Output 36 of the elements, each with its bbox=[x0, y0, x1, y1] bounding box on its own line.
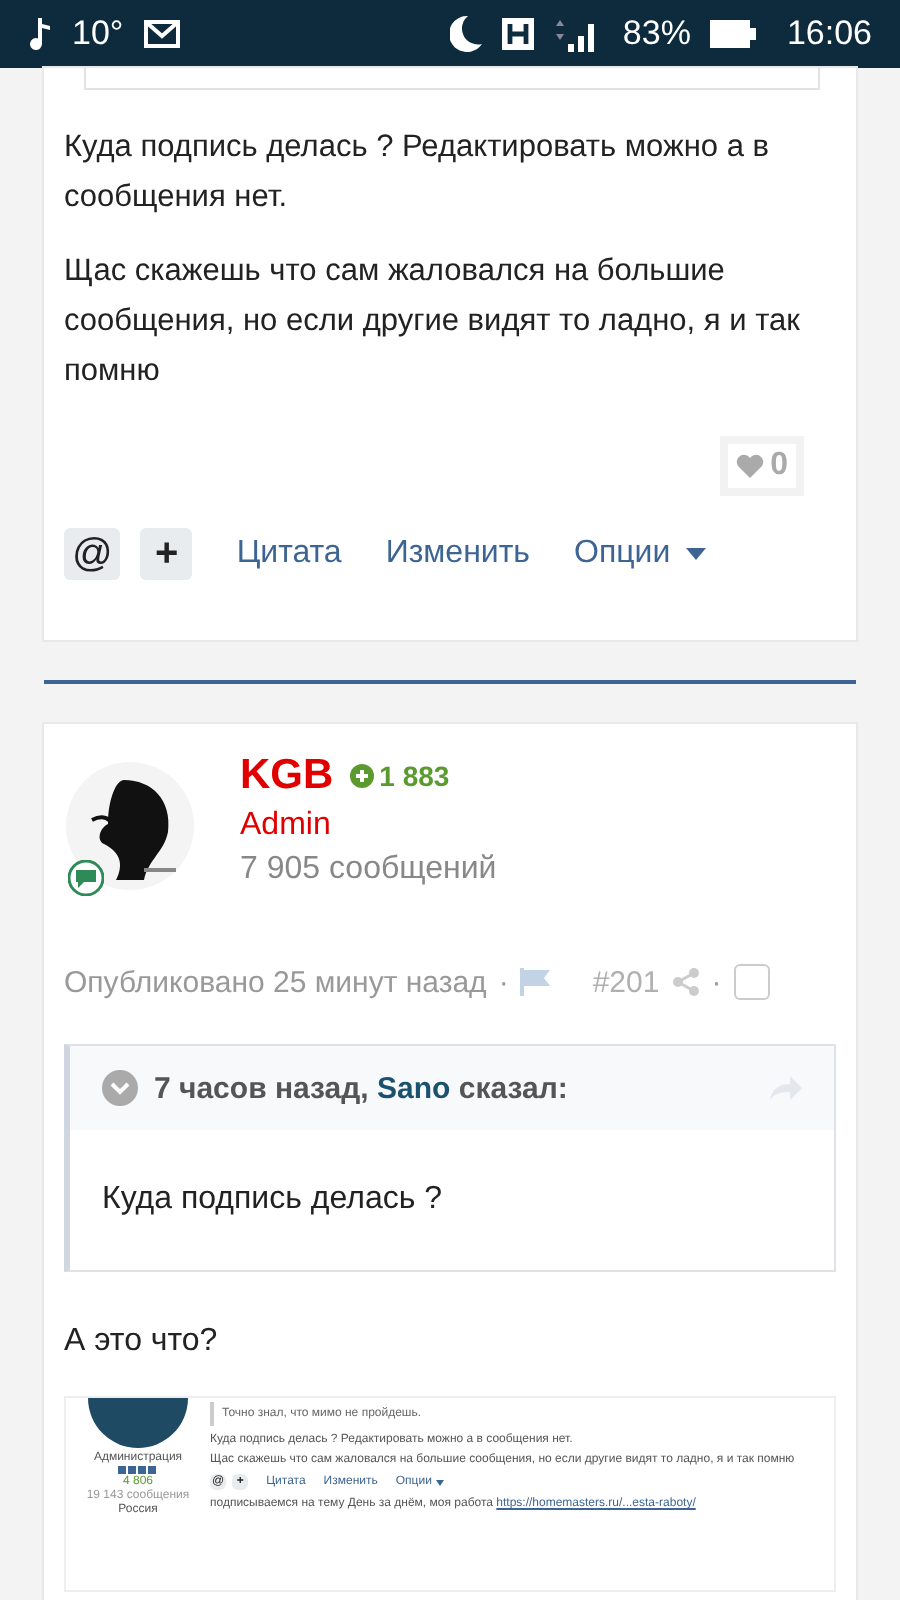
battery-icon bbox=[710, 18, 759, 50]
select-checkbox[interactable] bbox=[733, 964, 770, 1000]
author-link[interactable]: Sano bbox=[377, 1071, 451, 1105]
plus-circle-icon bbox=[349, 764, 374, 788]
music-icon bbox=[28, 18, 52, 50]
network-type-icon bbox=[502, 18, 535, 50]
post-count: 7 905 сообщений bbox=[240, 852, 497, 888]
caret-icon bbox=[435, 1479, 444, 1485]
quote-text: Куда подпись делась ? bbox=[100, 1180, 445, 1220]
separator-dot: · bbox=[498, 965, 509, 999]
add-button[interactable]: + bbox=[140, 528, 193, 580]
battery-percent: 83% bbox=[622, 14, 691, 54]
temperature: 10° bbox=[72, 14, 124, 54]
caret-icon bbox=[686, 548, 707, 560]
author-role: Admin bbox=[240, 808, 333, 844]
share-icon[interactable] bbox=[671, 968, 700, 996]
edit-link[interactable]: Изменить bbox=[385, 536, 530, 572]
clock: 16:06 bbox=[786, 14, 872, 54]
options-menu[interactable]: Опции bbox=[574, 536, 707, 572]
heart-icon bbox=[736, 454, 765, 478]
quote-link[interactable]: Цитата bbox=[236, 536, 342, 572]
post-text: А это что? bbox=[64, 1324, 220, 1360]
mail-icon bbox=[143, 20, 180, 48]
flag-icon[interactable] bbox=[520, 968, 553, 996]
rank-icon bbox=[118, 1466, 158, 1474]
moon-icon bbox=[450, 16, 483, 52]
mention-button[interactable]: @ bbox=[64, 528, 121, 580]
separator-dot: · bbox=[711, 965, 722, 999]
post-text: Куда подпись делась ? Редактировать можно а в сообщения нет. bbox=[64, 128, 772, 218]
avatar-icon bbox=[88, 1398, 188, 1450]
reputation-score: 1 883 bbox=[379, 760, 450, 792]
author-name[interactable]: KGB bbox=[240, 752, 334, 800]
chat-bubble-icon bbox=[68, 860, 104, 896]
quote-header: 7 часов назад, Sano сказал: bbox=[154, 1071, 570, 1105]
post-text: Щас скажешь что сам жаловался на большие сообщения, но если другие видят то ладно, я и так помню bbox=[64, 252, 802, 392]
chevron-circle-icon[interactable] bbox=[102, 1070, 138, 1106]
